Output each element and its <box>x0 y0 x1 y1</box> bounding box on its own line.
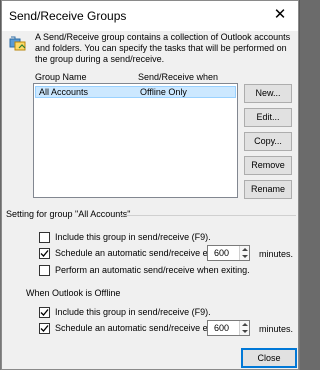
include-group-label: Include this group in send/receive (F9). <box>55 232 211 242</box>
schedule-minutes-stepper[interactable]: 600 <box>207 245 250 261</box>
check-mark-icon <box>40 309 49 316</box>
stepper-arrows[interactable] <box>239 246 249 260</box>
include-group-checkbox[interactable] <box>39 232 50 243</box>
schedule-label: Schedule an automatic send/receive every <box>55 248 225 258</box>
group-name-cell: All Accounts <box>39 87 89 97</box>
offline-include-group-label: Include this group in send/receive (F9). <box>55 307 211 317</box>
send-receive-when-cell: Offline Only <box>140 87 187 97</box>
close-button[interactable]: Close <box>241 348 297 368</box>
remove-button[interactable]: Remove <box>244 156 292 175</box>
edit-button[interactable]: Edit... <box>244 108 292 127</box>
copy-button[interactable]: Copy... <box>244 132 292 151</box>
down-arrow-icon <box>242 255 248 258</box>
rename-button[interactable]: Rename <box>244 180 292 199</box>
new-button[interactable]: New... <box>244 84 292 103</box>
check-mark-icon <box>40 325 49 332</box>
check-mark-icon <box>40 250 49 257</box>
schedule-minutes-value: 600 <box>214 248 230 258</box>
group-settings-heading: Setting for group "All Accounts" <box>6 209 131 219</box>
offline-include-group-checkbox[interactable] <box>39 307 50 318</box>
close-icon[interactable]: ✕ <box>270 5 290 25</box>
offline-schedule-minutes-value: 600 <box>214 323 230 333</box>
up-arrow-icon <box>242 323 248 326</box>
down-arrow-icon <box>242 330 248 333</box>
offline-schedule-minutes-stepper[interactable]: 600 <box>207 320 250 336</box>
column-header-send-receive-when[interactable]: Send/Receive when <box>138 72 218 82</box>
title-bar: Send/Receive Groups ✕ <box>2 1 298 31</box>
groups-list[interactable]: All Accounts Offline Only <box>33 83 238 198</box>
stepper-arrows[interactable] <box>239 321 249 335</box>
minutes-label: minutes. <box>259 249 294 259</box>
exit-send-receive-checkbox[interactable] <box>39 265 50 276</box>
offline-heading: When Outlook is Offline <box>26 288 121 298</box>
list-item[interactable]: All Accounts Offline Only <box>35 86 236 98</box>
schedule-checkbox[interactable] <box>39 248 50 259</box>
send-receive-groups-dialog: Send/Receive Groups ✕ A Send/Receive gro… <box>1 0 299 370</box>
offline-minutes-label: minutes. <box>259 324 294 334</box>
offline-schedule-checkbox[interactable] <box>39 323 50 334</box>
divider <box>120 215 296 216</box>
column-header-group-name[interactable]: Group Name <box>35 72 87 82</box>
exit-send-receive-label: Perform an automatic send/receive when e… <box>55 265 250 275</box>
dialog-description: A Send/Receive group contains a collecti… <box>35 32 291 64</box>
up-arrow-icon <box>242 248 248 251</box>
send-receive-groups-icon <box>9 36 27 52</box>
window-title: Send/Receive Groups <box>9 9 127 23</box>
offline-schedule-label: Schedule an automatic send/receive every <box>55 323 225 333</box>
